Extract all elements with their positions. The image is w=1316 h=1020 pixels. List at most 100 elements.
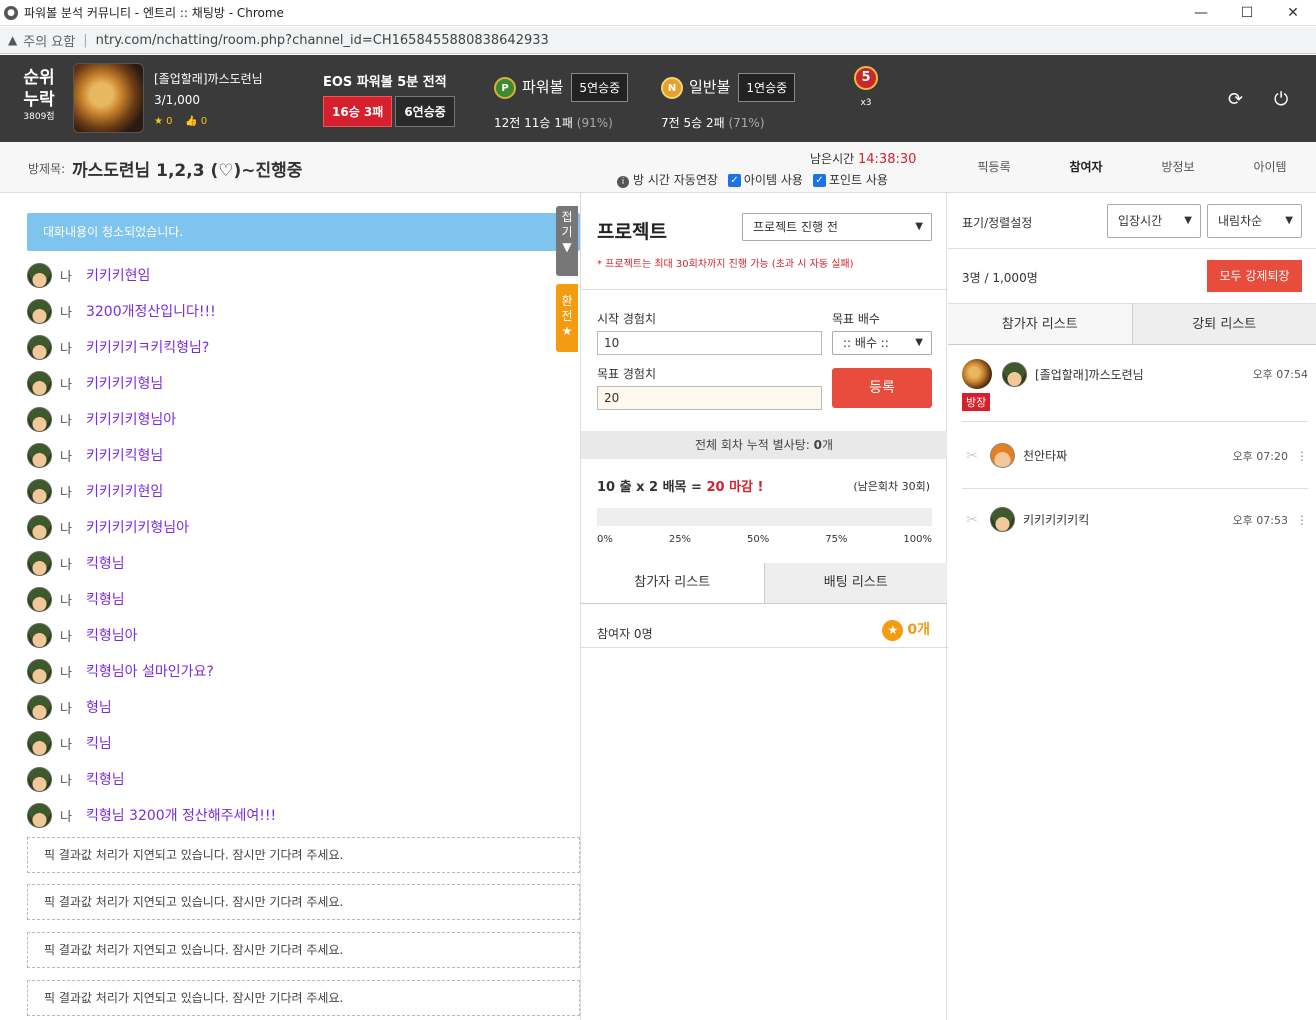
tick-label: 75% [825,534,848,545]
power-icon[interactable]: ⏻ [1274,89,1288,110]
tab-items[interactable]: 아이템 [1224,158,1316,175]
browser-titlebar: ● 파워볼 분석 커뮤니티 - 엔트리 :: 채팅방 - Chrome — ☐ … [0,0,1316,26]
chat-message: 나 킥형님아 설마인가요? [27,653,276,689]
sender-me: 나 [60,341,72,357]
participant-name: 천안타짜 [1023,449,1068,463]
participant-row[interactable]: ✂ 천안타짜 오후 07:20 ⋮ [962,443,1308,468]
soldier-avatar-icon [990,507,1015,532]
accum-unit: 개 [822,438,834,452]
info-icon: i [617,176,629,188]
tick-label: 0% [597,534,613,545]
divider [962,488,1308,489]
chevron-down-icon: ▼ [915,337,923,348]
tab-participants[interactable]: 참여자 [1040,158,1132,175]
chevron-down-icon: ▼ [915,221,923,232]
auto-extend-option[interactable]: i 방 시간 자동연장 [617,171,718,188]
divider [948,248,1316,249]
address-bar[interactable]: ▲ 주의 요함 | ntry.com/nchatting/room.php?ch… [0,27,1316,54]
sort-order-select[interactable]: 내림차순 ▼ [1207,204,1302,238]
sender-me: 나 [60,377,72,393]
user-name: [졸업할래]까스도련님 [154,72,263,86]
tab-pick-register[interactable]: 픽등록 [948,158,1040,175]
normalball-icon: N [661,76,683,99]
sender-me: 나 [60,809,72,825]
sort-key-select[interactable]: 입장시간 ▼ [1107,204,1201,238]
system-message: 픽 결과값 처리가 지연되고 있습니다. 잠시만 기다려 주세요. [27,980,580,1016]
normalball-stats: N 일반볼 1연승중 7전 5승 2패 (71%) [661,73,796,131]
register-button[interactable]: 등록 [832,368,932,408]
fold-label-2: 기 [561,225,573,239]
pin-icon[interactable]: ✂ [962,448,982,464]
divider [962,421,1308,422]
refresh-icon[interactable]: ⟳ [1228,89,1243,110]
soldier-avatar-icon [27,334,52,360]
more-options-icon[interactable]: ⋮ [1296,513,1308,527]
warning-icon: ▲ [8,33,18,47]
point-use-checkbox[interactable]: ✓ 포인트 사용 [812,171,888,188]
start-exp-input[interactable]: 10 [597,331,822,355]
sender-me: 나 [60,413,72,429]
message-text: 키키키킥형님 [85,448,164,464]
fold-label-1: 접 [561,210,573,224]
chat-message: 나 키키키킥형님 [27,437,276,473]
project-progress-bar [597,508,932,526]
progress-ticks: 0% 25% 50% 75% 100% [597,534,932,545]
maximize-icon[interactable]: ☐ [1224,5,1270,21]
message-list: 나 키키키현임 나 3200개정산입니다!!! 나 키키키키ㅋ키킥형님? 나 키키키키형… [27,257,276,833]
project-status-value: 프로젝트 진행 전 [753,220,838,234]
close-icon[interactable]: ✕ [1270,5,1316,21]
auto-extend-label: 방 시간 자동연장 [633,173,718,187]
soldier-avatar-icon [1002,361,1027,387]
checkbox-checked-icon: ✓ [812,174,826,187]
url-text[interactable]: ntry.com/nchatting/room.php?channel_id=C… [96,33,549,48]
participant-row[interactable]: ✂ 키키키키키킥 오후 07:53 ⋮ [962,507,1308,532]
medal-icon: 5 [854,66,878,90]
point-total-value: 0개 [907,622,930,638]
chat-message: 나 키키키키키형님아 [27,509,276,545]
pin-icon[interactable]: ✂ [962,512,982,528]
tab-participant-list[interactable]: 참가자 리스트 [581,563,765,604]
sender-me: 나 [60,701,72,717]
chat-message: 나 키키키현임 [27,257,276,293]
user-avatar[interactable] [73,63,144,133]
exchange-label-2: 전 [561,309,573,323]
system-message: 픽 결과값 처리가 지연되고 있습니다. 잠시만 기다려 주세요. [27,884,580,920]
room-title: 까스도련님 1,2,3 (♡)~진행중 [72,161,303,181]
target-mult-label: 목표 배수 [832,312,880,326]
project-note: * 프로젝트는 최대 30회차까지 진행 가능 (초과 시 자동 실패) [597,259,854,270]
exchange-button[interactable]: 환 전 ★ [556,284,578,352]
tick-label: 100% [903,534,932,545]
message-text: 키키키현임 [85,268,151,284]
more-options-icon[interactable]: ⋮ [1296,449,1308,463]
sender-me: 나 [60,773,72,789]
target-mult-select[interactable]: :: 배수 :: ▼ [832,331,932,355]
chat-panel: 대화내용이 청소되었습니다. 접 기 ▼ 환 전 ★ 나 키키키현임 나 3200개… [0,193,580,1020]
accum-value: 0 [813,438,822,452]
tab-kicked-list[interactable]: 강퇴 리스트 [1132,303,1316,345]
tab-bet-list[interactable]: 배팅 리스트 [764,563,947,604]
sort-label: 표기/정렬설정 [962,216,1033,230]
soldier-avatar-icon [27,766,52,792]
room-title-label: 방제목: [28,162,66,176]
fold-button[interactable]: 접 기 ▼ [556,206,578,276]
normalball-streak: 1연승중 [738,73,796,102]
project-status-select[interactable]: 프로젝트 진행 전 ▼ [742,213,932,241]
participant-row[interactable]: [졸업할래]까스도련님 오후 07:54 [962,359,1308,389]
powerball-streak: 5연승중 [571,73,629,102]
chat-message: 나 키키키키형님아 [27,401,276,437]
minimize-icon[interactable]: — [1178,5,1224,21]
tab-participant-list[interactable]: 참가자 리스트 [948,303,1133,345]
powerball-stats: P 파워볼 5연승중 12전 11승 1패 (91%) [494,73,629,131]
rank-box: 순위 누락 3809점 [14,67,64,123]
star-icon: ★ [561,324,573,338]
target-exp-input[interactable]: 20 [597,386,822,410]
address-separator: | [83,32,88,48]
site-favicon-icon: ● [4,5,18,20]
message-text: 키키키키키형님아 [85,520,190,536]
project-formula: 10 출 x 2 배목 = 20 마감 ! [597,476,763,495]
item-use-checkbox[interactable]: ✓ 아이템 사용 [727,171,803,188]
tab-room-info[interactable]: 방정보 [1132,158,1224,175]
soldier-avatar-icon [27,550,52,576]
system-message: 픽 결과값 처리가 지연되고 있습니다. 잠시만 기다려 주세요. [27,837,580,873]
kick-all-button[interactable]: 모두 강제퇴장 [1207,260,1302,292]
